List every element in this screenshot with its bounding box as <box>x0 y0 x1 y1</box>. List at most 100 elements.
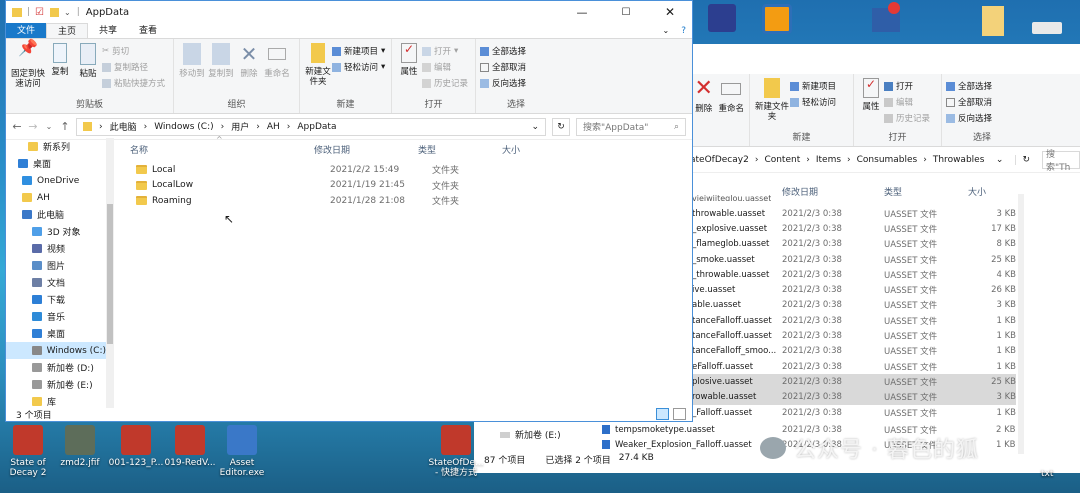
quick-access-dropdown-icon[interactable]: ⌄ <box>64 8 71 17</box>
right-new-folder-button[interactable]: 新建文件夹 <box>754 78 790 122</box>
file-row[interactable]: tanceFalloff_smoo... 2021/2/3 0:38 UASSET … <box>686 344 1016 359</box>
tab-view[interactable]: 查看 <box>128 23 168 38</box>
expand-ribbon-icon[interactable]: ⌄ <box>657 23 676 38</box>
sidebar-item[interactable]: 文档 <box>6 274 106 291</box>
sidebar-item[interactable]: 3D 对象 <box>6 223 106 240</box>
move-to-button[interactable]: 移动到 <box>178 43 206 79</box>
column-size[interactable]: 大小 <box>968 185 986 198</box>
new-folder-button[interactable]: 新建文件夹 <box>304 43 332 87</box>
copy-button[interactable]: 复制 <box>46 43 74 77</box>
pin-quick-access-button[interactable]: 📌 固定到快速访问 <box>10 40 46 90</box>
chevron-down-icon[interactable]: ⌄ <box>531 122 539 132</box>
right-open-button[interactable]: 打开 <box>884 80 930 92</box>
sidebar-item[interactable]: 此电脑 <box>6 206 106 223</box>
breadcrumb-item[interactable]: AH <box>267 122 280 132</box>
desktop-icon[interactable]: 001-123_P... <box>108 425 164 468</box>
right-breadcrumb[interactable]: ateOfDecay2 › Content › Items › Consumables… <box>690 151 1036 169</box>
tab-file[interactable]: 文件 <box>6 23 47 38</box>
desktop-icon[interactable]: Asset Editor.exe <box>214 425 270 478</box>
file-row[interactable]: eFalloff.uasset 2021/2/3 0:38 UASSET 文件 1 K… <box>686 359 1016 374</box>
history-button[interactable]: 历史记录 <box>422 77 468 89</box>
column-date[interactable]: 修改日期 <box>314 143 350 156</box>
sidebar-item[interactable]: 视频 <box>6 240 106 257</box>
search-input[interactable]: 搜索"AppData" ⌕ <box>576 117 686 136</box>
file-row[interactable]: ive.uasset 2021/2/3 0:38 UASSET 文件 26 KB <box>686 283 1016 298</box>
file-row[interactable]: LocalLow 2021/1/19 21:45 文件夹 <box>136 178 536 193</box>
scrollbar[interactable] <box>1018 194 1024 454</box>
sidebar-item[interactable]: 新加卷 (D:) <box>6 359 106 376</box>
details-view-icon[interactable] <box>656 408 669 420</box>
sidebar-item[interactable]: Windows (C:) <box>6 342 106 359</box>
right-rename-button[interactable]: 重命名 <box>718 78 746 114</box>
right-select-none-button[interactable]: 全部取消 <box>946 96 992 108</box>
column-type[interactable]: 类型 <box>418 143 436 156</box>
properties-button[interactable]: ✓ 属性 <box>396 43 422 77</box>
sidebar-item[interactable]: 新加卷 (E:) <box>6 376 106 393</box>
right-history-button[interactable]: 历史记录 <box>884 112 930 124</box>
file-row[interactable]: _throwable.uasset 2021/2/3 0:38 UASSET 文件 4… <box>686 267 1016 282</box>
select-none-button[interactable]: 全部取消 <box>480 61 526 73</box>
up-arrow-icon[interactable]: ↑ <box>60 120 70 133</box>
breadcrumb[interactable]: › 此电脑 › Windows (C:) › 用户 › AH › AppData ⌄ <box>76 117 546 136</box>
drive-e-nav-item[interactable]: 新加卷 (E:) <box>500 428 561 441</box>
copy-path-button[interactable]: 复制路径 <box>102 61 165 73</box>
large-icons-view-icon[interactable] <box>673 408 686 420</box>
column-size[interactable]: 大小 <box>502 143 520 156</box>
desktop-app-icon[interactable] <box>708 4 736 32</box>
nav-scrollbar[interactable] <box>106 138 114 408</box>
sidebar-item[interactable]: 图片 <box>6 257 106 274</box>
properties-quick-icon[interactable]: ☑ <box>35 7 44 18</box>
refresh-icon[interactable]: ↻ <box>552 117 570 136</box>
invert-selection-button[interactable]: 反向选择 <box>480 77 526 89</box>
file-row[interactable]: Roaming 2021/1/28 21:08 文件夹 <box>136 193 536 208</box>
sidebar-item[interactable]: 桌面 <box>6 155 106 172</box>
recent-locations-icon[interactable]: ⌄ <box>44 122 54 131</box>
file-row[interactable]: able.uasset 2021/2/3 0:38 UASSET 文件 3 KB <box>686 298 1016 313</box>
close-icon[interactable]: ✕ <box>648 5 692 19</box>
file-row[interactable]: tanceFalloff.uasset 2021/2/3 0:38 UASSET 文… <box>686 313 1016 328</box>
sidebar-item[interactable]: 下载 <box>6 291 106 308</box>
file-row[interactable]: throwable.uasset 2021/2/3 0:38 UASSET 文件 3 … <box>686 206 1016 221</box>
open-button[interactable]: 打开 ▾ <box>422 45 468 57</box>
forward-arrow-icon[interactable]: → <box>28 120 38 133</box>
file-row[interactable]: _explosive.uasset 2021/2/3 0:38 UASSET 文件 1… <box>686 221 1016 236</box>
right-delete-button[interactable]: ✕ 删除 <box>690 78 718 115</box>
copy-to-button[interactable]: 复制到 <box>206 43 236 79</box>
column-name[interactable]: 名称 <box>130 143 148 156</box>
desktop-drive-icon[interactable] <box>1032 22 1062 34</box>
refresh-icon[interactable]: ↻ <box>1015 154 1036 165</box>
right-select-all-button[interactable]: 全部选择 <box>946 80 992 92</box>
sidebar-item[interactable]: 桌面 <box>6 325 106 342</box>
file-row[interactable]: _Falloff.uasset 2021/2/3 0:38 UASSET 文件 1 K… <box>686 405 1016 420</box>
file-row[interactable]: tanceFalloff.uasset 2021/2/3 0:38 UASSET 文… <box>686 328 1016 343</box>
sidebar-item[interactable]: AH <box>6 189 106 206</box>
paste-button[interactable]: 粘贴 <box>74 43 102 79</box>
rename-button[interactable]: 重命名 <box>262 43 292 79</box>
help-icon[interactable]: ? <box>675 23 692 38</box>
desktop-app-icon[interactable] <box>762 4 792 34</box>
file-row[interactable]: Local 2021/2/2 15:49 文件夹 <box>136 162 536 177</box>
back-arrow-icon[interactable]: ← <box>12 120 22 133</box>
right-search-input[interactable]: 搜索"Th <box>1042 150 1080 173</box>
minimize-icon[interactable]: — <box>560 6 604 19</box>
desktop-icon[interactable]: StateOfDe... - 快捷方式 <box>428 425 484 478</box>
file-row[interactable]: plosive.uasset 2021/2/3 0:38 UASSET 文件 25 K… <box>686 374 1016 390</box>
right-edit-button[interactable]: 编辑 <box>884 96 930 108</box>
breadcrumb-item[interactable]: Windows (C:) <box>154 122 213 132</box>
edit-button[interactable]: 编辑 <box>422 61 468 73</box>
right-new-item-button[interactable]: 新建项目 <box>790 80 836 92</box>
breadcrumb-item[interactable]: 此电脑 <box>110 120 137 133</box>
desktop-icon[interactable]: 019-RedV... <box>162 425 218 468</box>
maximize-icon[interactable]: ☐ <box>604 7 648 18</box>
tab-share[interactable]: 共享 <box>88 23 128 38</box>
paste-shortcut-button[interactable]: 粘贴快捷方式 <box>102 77 165 89</box>
sidebar-item[interactable]: 新系列 <box>6 138 106 155</box>
sidebar-item[interactable]: OneDrive <box>6 172 106 189</box>
column-type[interactable]: 类型 <box>884 185 902 198</box>
cut-button[interactable]: ✂ 剪切 <box>102 45 165 57</box>
desktop-icon[interactable]: zmd2.jfif <box>52 425 108 468</box>
right-easy-access-button[interactable]: 轻松访问 <box>790 96 836 108</box>
new-folder-quick-icon[interactable] <box>50 7 60 17</box>
easy-access-button[interactable]: 轻松访问 ▾ <box>332 61 385 73</box>
tab-home[interactable]: 主页 <box>46 23 89 38</box>
